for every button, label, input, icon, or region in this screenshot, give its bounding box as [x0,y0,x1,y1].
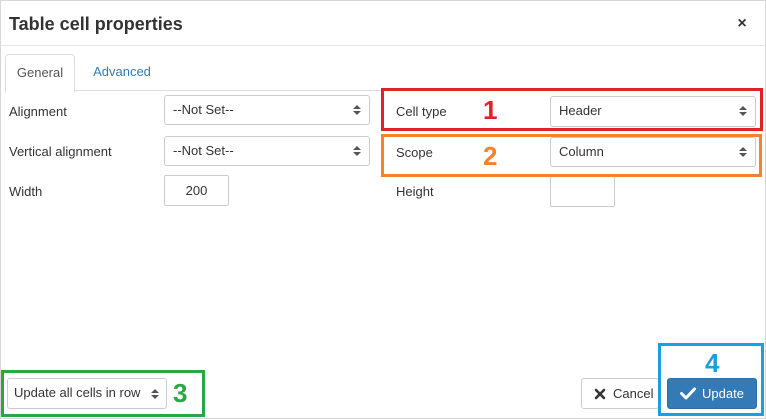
table-cell-properties-dialog: Table cell properties × General Advanced… [0,0,766,419]
alignment-value: --Not Set-- [173,102,234,117]
dialog-title: Table cell properties [9,14,183,34]
width-input[interactable]: 200 [164,175,229,206]
height-label: Height [396,184,434,199]
vertical-alignment-value: --Not Set-- [173,143,234,158]
x-icon [594,388,606,400]
vertical-alignment-select[interactable]: --Not Set-- [164,136,370,166]
header-divider [1,45,766,46]
tab-advanced[interactable]: Advanced [83,54,161,90]
alignment-select[interactable]: --Not Set-- [164,95,370,125]
annotation-box-2 [381,134,762,177]
vertical-alignment-label: Vertical alignment [9,144,112,159]
select-caret-icon [353,146,361,156]
cancel-label: Cancel [613,386,654,401]
annotation-box-1 [381,88,763,131]
width-label: Width [9,184,43,199]
annotation-number-3: 3 [173,378,188,408]
annotation-number-2: 2 [483,141,498,171]
cancel-button[interactable]: Cancel [581,378,659,409]
annotation-number-4: 4 [705,348,720,378]
annotation-number-1: 1 [483,95,498,125]
alignment-label: Alignment [9,104,67,119]
close-icon[interactable]: × [735,16,749,32]
tab-general[interactable]: General [5,54,75,93]
height-input[interactable] [550,176,615,207]
select-caret-icon [353,105,361,115]
